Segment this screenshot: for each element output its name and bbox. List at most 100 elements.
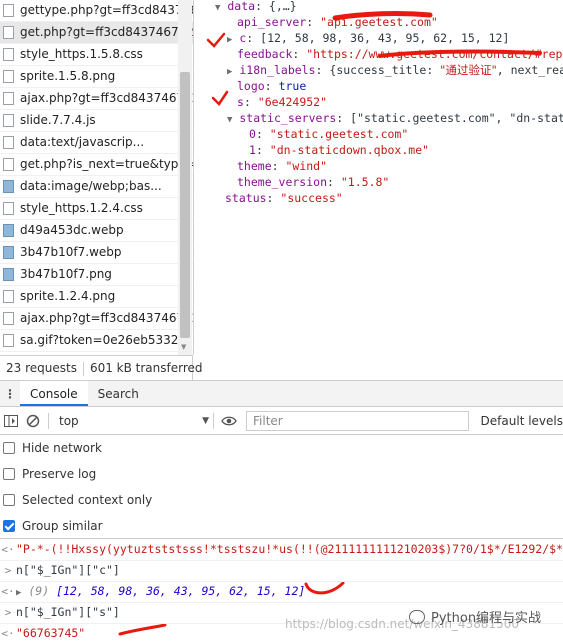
expand-triangle-icon[interactable]: ▼ [227, 115, 232, 125]
result-arrow-icon: <· [1, 585, 15, 598]
theme-row: theme: "wind" [237, 159, 328, 173]
request-row[interactable]: style_https.1.5.8.css [0, 44, 193, 66]
console-input-row: > n["$_IGn"]["c"] [0, 560, 563, 582]
input-arrow-icon: > [4, 606, 12, 619]
image-icon [3, 224, 14, 237]
request-row[interactable]: ajax.php?gt=ff3cd843746782b [0, 88, 193, 110]
setting-preserve-log[interactable]: Preserve log [3, 467, 96, 481]
request-list-scrollbar[interactable]: ▼ [178, 0, 192, 355]
wechat-watermark: Python编程与实战 [409, 607, 541, 626]
document-icon [3, 26, 14, 39]
image-icon [3, 246, 14, 259]
context-selector[interactable]: top ▼ [53, 414, 209, 428]
request-name: data:image/webp;bas... [20, 179, 162, 193]
static-1-row: 1: "dn-staticdown.qbox.me" [249, 143, 430, 157]
more-menu-icon[interactable]: ⋮ [0, 381, 20, 406]
filter-input[interactable]: Filter [246, 410, 469, 431]
result-arrow-icon: <· [1, 543, 15, 556]
checkbox[interactable] [3, 494, 15, 506]
request-name: sa.gif?token=0e26eb5332ec07 [20, 333, 193, 347]
drawer-tabbar: ⋮ Console Search [0, 380, 563, 407]
tab-search[interactable]: Search [88, 381, 149, 406]
request-name: sprite.1.2.4.png [20, 289, 116, 303]
document-icon [3, 4, 14, 17]
request-row[interactable]: get.php?is_next=true&type=sl [0, 154, 193, 176]
console-result-row[interactable]: <·▶ (9) [12, 58, 98, 36, 43, 95, 62, 15,… [0, 581, 563, 603]
wechat-icon [409, 609, 425, 624]
request-name: style_https.1.2.4.css [20, 201, 143, 215]
checkbox[interactable] [3, 520, 15, 532]
request-name: gettype.php?gt=ff3cd8437467 [20, 3, 193, 17]
setting-group-similar[interactable]: Group similar [3, 519, 103, 533]
request-name: style_https.1.5.8.css [20, 47, 143, 61]
request-row[interactable]: sa.gif?token=0e26eb5332ec07 [0, 330, 193, 352]
document-icon [3, 136, 14, 149]
setting-label: Hide network [22, 441, 102, 455]
document-icon [3, 114, 14, 127]
request-count: 23 requests [6, 361, 77, 375]
sidebar-toggle-icon[interactable] [0, 410, 22, 432]
transferred-size: 601 kB transferred [89, 361, 203, 375]
request-row[interactable]: 3b47b10f7.png [0, 264, 193, 286]
network-panel: gettype.php?gt=ff3cd8437467 get.php?gt=ff… [0, 0, 563, 380]
response-preview: ▼ data: {,…} api_server: "api.geetest.co… [200, 0, 563, 380]
request-name: get.php?gt=ff3cd843746782b [20, 25, 193, 39]
request-row[interactable]: slide.7.7.4.js [0, 110, 193, 132]
request-name: d49a453dc.webp [20, 223, 124, 237]
request-summary: 23 requests 601 kB transferred [0, 355, 203, 380]
document-icon [3, 202, 14, 215]
request-row[interactable]: 3b47b10f7.webp [0, 242, 193, 264]
api-server-row: api_server: "api.geetest.com" [237, 15, 438, 29]
request-row[interactable]: ajax.php?gt=ff3cd843746782b [0, 308, 193, 330]
request-name: get.php?is_next=true&type=sl [20, 157, 193, 171]
request-list: gettype.php?gt=ff3cd8437467 get.php?gt=ff… [0, 0, 194, 355]
setting-selected-context-only[interactable]: Selected context only [3, 493, 152, 507]
expand-triangle-icon[interactable]: ▶ [227, 67, 232, 77]
clear-console-icon[interactable] [22, 410, 44, 432]
request-row[interactable]: style_https.1.2.4.css [0, 198, 193, 220]
request-name: slide.7.7.4.js [20, 113, 96, 127]
document-icon [3, 158, 14, 171]
tab-console[interactable]: Console [20, 381, 88, 406]
request-name: data:text/javascrip... [20, 135, 145, 149]
request-row[interactable]: d49a453dc.webp [0, 220, 193, 242]
request-name: 3b47b10f7.webp [20, 245, 122, 259]
dropdown-arrow-icon: ▼ [202, 415, 209, 426]
s-row: s: "6e424952" [237, 95, 328, 109]
expand-triangle-icon[interactable]: ▶ [16, 588, 21, 598]
logo-row: logo: true [237, 79, 307, 93]
document-icon [3, 70, 14, 83]
checkbox[interactable] [3, 442, 15, 454]
console-toolbar: top ▼ Filter Default levels [0, 407, 563, 435]
request-row[interactable]: sprite.1.2.4.png [0, 286, 193, 308]
expand-triangle-icon[interactable]: ▼ [215, 3, 220, 13]
status-row: status: "success" [225, 191, 343, 205]
theme-version-row: theme_version: "1.5.8" [237, 175, 390, 189]
scroll-down-icon[interactable]: ▼ [181, 343, 186, 351]
request-row[interactable]: data:image/webp;bas... [0, 176, 193, 198]
document-icon [3, 92, 14, 105]
static-0-row: 0: "static.geetest.com" [249, 127, 409, 141]
default-levels-dropdown[interactable]: Default levels [469, 414, 563, 428]
image-icon [3, 268, 14, 281]
expand-triangle-icon[interactable]: ▶ [227, 35, 232, 45]
console-settings: Hide network Preserve log Selected context… [0, 435, 563, 539]
setting-label: Selected context only [22, 493, 153, 507]
setting-label: Preserve log [22, 467, 97, 481]
live-expression-eye-icon[interactable] [218, 410, 240, 432]
request-row[interactable]: gettype.php?gt=ff3cd8437467 [0, 0, 193, 22]
request-row[interactable]: data:text/javascrip... [0, 132, 193, 154]
setting-hide-network[interactable]: Hide network [3, 441, 102, 455]
input-arrow-icon: > [4, 564, 12, 577]
setting-label: Group similar [22, 519, 103, 533]
request-row[interactable]: get.php?gt=ff3cd843746782b [0, 22, 193, 44]
document-icon [3, 290, 14, 303]
scrollbar-thumb[interactable] [180, 72, 190, 338]
document-icon [3, 48, 14, 61]
request-name: ajax.php?gt=ff3cd843746782b [20, 311, 193, 325]
request-row[interactable]: sprite.1.5.8.png [0, 66, 193, 88]
result-arrow-icon: <· [1, 627, 15, 640]
request-name: sprite.1.5.8.png [20, 69, 116, 83]
checkbox[interactable] [3, 468, 15, 480]
console-result-row: <·"P-*-(!!Hxssy(yytuztststsss!*tsstszu!*… [0, 539, 563, 561]
